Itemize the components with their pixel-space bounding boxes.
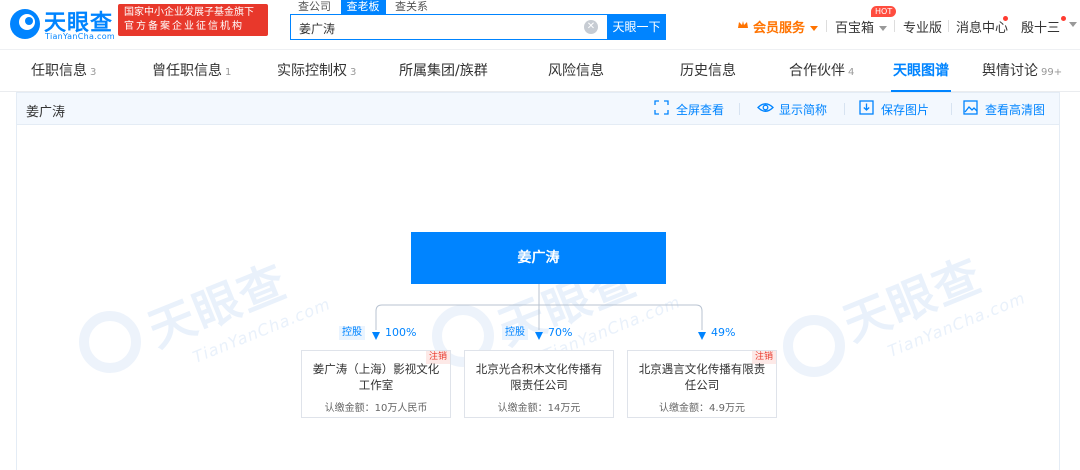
gov-badge-line1: 国家中小企业发展子基金旗下 (124, 7, 254, 18)
tab-former-positions[interactable]: 曾任职信息 1 (152, 50, 231, 92)
tab-label: 所属集团/族群 (399, 63, 488, 79)
search-tabs: 查公司 查老板 查关系 (292, 0, 434, 14)
edge-relation-label: 控股 (502, 326, 528, 340)
tab-search-boss[interactable]: 查老板 (340, 0, 386, 14)
top-header: 天眼查 TianYanCha.com 国家中小企业发展子基金旗下 官方备案企业征… (0, 0, 1080, 50)
search-button[interactable]: 天眼一下 (607, 14, 666, 40)
tab-label: 天眼图谱 (893, 63, 949, 79)
edge-relation-label: 控股 (339, 326, 365, 340)
section-nav: 任职信息 3 曾任职信息 1 实际控制权 3 所属集团/族群 风险信息 历史信息 合作… (0, 50, 1080, 92)
subscribed-amount: 认缴金额：4.9万元 (659, 403, 745, 414)
tab-search-relation[interactable]: 查关系 (389, 0, 434, 14)
edge-percent: 49% (711, 326, 736, 339)
logo-domain: TianYanCha.com (45, 32, 115, 41)
tab-count: 99+ (1041, 67, 1063, 78)
company-node[interactable]: 注销 姜广涛（上海）影视文化工作室 认缴金额：10万人民币 (301, 350, 451, 418)
gov-badge: 国家中小企业发展子基金旗下 官方备案企业征信机构 (118, 4, 268, 36)
company-name: 北京光合积木文化传播有限责任公司 (475, 362, 603, 392)
message-center-link[interactable]: 消息中心 (956, 17, 1008, 36)
search-input[interactable]: 姜广涛 ✕ (290, 14, 608, 40)
toolbox-label: 百宝箱 (835, 21, 875, 36)
company-name: 姜广涛（上海）影视文化工作室 (312, 362, 440, 392)
company-node[interactable]: 北京光合积木文化传播有限责任公司 认缴金额：14万元 (464, 350, 614, 418)
tab-label: 曾任职信息 (152, 63, 222, 79)
tab-search-company[interactable]: 查公司 (292, 0, 337, 14)
tab-count: 4 (848, 67, 855, 78)
connector-line (375, 284, 703, 330)
logo[interactable]: 天眼查 TianYanCha.com (8, 3, 115, 45)
company-node[interactable]: 注销 北京遇言文化传播有限责任公司 认缴金额：4.9万元 (627, 350, 777, 418)
graph-panel: 姜广涛 全屏查看 显示简称 保存图片 查看高清图 天眼查 TianYanCha.… (16, 92, 1060, 470)
vip-service-menu[interactable]: 会员服务 (753, 17, 819, 36)
user-name: 殷十三 (1021, 21, 1061, 36)
chevron-down-icon (1069, 22, 1077, 27)
user-menu[interactable]: 殷十三 (1021, 17, 1060, 36)
company-name: 北京遇言文化传播有限责任公司 (638, 362, 766, 392)
edge-percent: 100% (385, 326, 417, 339)
toolbox-menu[interactable]: 百宝箱 (835, 17, 888, 36)
tab-label: 任职信息 (31, 63, 87, 79)
tab-partners[interactable]: 合作伙伴 4 (789, 50, 854, 92)
tab-public-opinion[interactable]: 舆情讨论 99+ (982, 50, 1062, 92)
divider (948, 20, 949, 32)
logo-eye-icon (10, 9, 40, 39)
chevron-down-icon (810, 26, 819, 31)
tab-positions[interactable]: 任职信息 3 (31, 50, 96, 92)
tab-count: 3 (350, 67, 357, 78)
tab-label: 实际控制权 (277, 63, 347, 79)
tab-group[interactable]: 所属集团/族群 (399, 50, 488, 92)
tab-risk[interactable]: 风险信息 (548, 50, 604, 92)
search-input-value: 姜广涛 (299, 22, 336, 36)
tab-count: 1 (225, 67, 232, 78)
subscribed-amount: 认缴金额：14万元 (497, 403, 581, 414)
user-menu-toggle[interactable] (1064, 17, 1077, 32)
gov-badge-line2: 官方备案企业征信机构 (124, 21, 244, 32)
clear-icon[interactable]: ✕ (584, 20, 598, 34)
tab-label: 历史信息 (680, 63, 736, 79)
hot-badge: HOT (871, 6, 897, 17)
subscribed-amount: 认缴金额：10万人民币 (324, 403, 428, 414)
crown-icon (738, 21, 748, 28)
divider (826, 20, 827, 32)
divider (894, 20, 895, 32)
arrow-icon (535, 332, 543, 340)
tab-label: 风险信息 (548, 63, 604, 79)
tab-graph[interactable]: 天眼图谱 (891, 50, 951, 92)
tab-control[interactable]: 实际控制权 3 (277, 50, 356, 92)
tab-label: 合作伙伴 (789, 63, 845, 79)
root-node-person[interactable]: 姜广涛 (411, 232, 666, 284)
pro-version-link[interactable]: 专业版 (903, 17, 942, 36)
tab-history[interactable]: 历史信息 (680, 50, 736, 92)
arrow-icon (698, 332, 706, 340)
vip-service-label: 会员服务 (753, 21, 806, 36)
notification-dot (1003, 16, 1008, 21)
chevron-down-icon (879, 26, 888, 31)
edge-percent: 70% (548, 326, 573, 339)
tab-label: 舆情讨论 (982, 63, 1038, 79)
tab-count: 3 (90, 67, 97, 78)
arrow-icon (372, 332, 380, 340)
